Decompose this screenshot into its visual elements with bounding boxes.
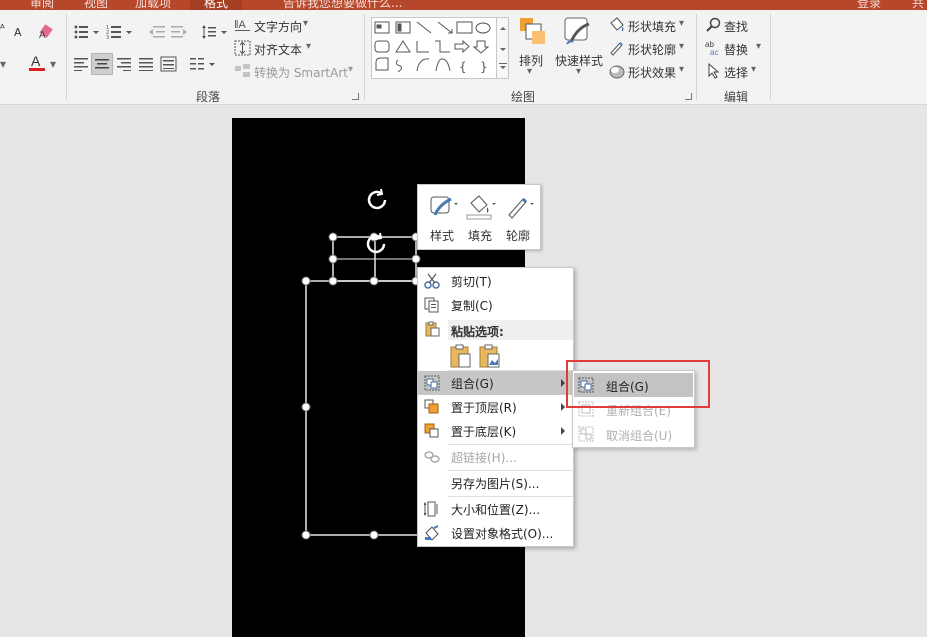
- menu-item-group[interactable]: 组合(G): [418, 371, 573, 395]
- menu-item-cut[interactable]: 剪切(T): [418, 269, 573, 293]
- small-shape[interactable]: [332, 236, 417, 282]
- outline-pen-icon: [508, 197, 534, 219]
- bring-to-front-icon: [424, 399, 440, 415]
- hyperlink-icon: [424, 449, 440, 465]
- scissors-icon: [424, 273, 440, 289]
- group-icon: [424, 375, 440, 391]
- paste-options-header: 粘贴选项:: [448, 320, 573, 340]
- mini-toolbar: 样式 填充 轮廓: [417, 184, 541, 250]
- annotation-highlight-box: [566, 360, 710, 408]
- send-to-back-label: 置于底层(K): [451, 425, 517, 439]
- selection-handles[interactable]: [301, 232, 421, 540]
- copy-icon: [424, 297, 440, 313]
- bring-to-front-label: 置于顶层(R): [451, 401, 517, 415]
- group-label: 组合(G): [451, 377, 494, 391]
- paste-options-label: 粘贴选项:: [451, 325, 504, 339]
- submenu-ungroup-label: 取消组合(U): [606, 429, 673, 443]
- menu-item-bring-to-front[interactable]: 置于顶层(R): [418, 395, 573, 419]
- format-object-icon: [424, 525, 440, 541]
- submenu-arrow-icon: [561, 427, 565, 435]
- menu-item-size-position[interactable]: 大小和位置(Z)...: [418, 497, 573, 521]
- paste-as-picture-icon[interactable]: [479, 344, 501, 368]
- format-object-label: 设置对象格式(O)...: [451, 527, 554, 541]
- size-position-label: 大小和位置(Z)...: [451, 503, 541, 517]
- send-to-back-icon: [424, 423, 440, 439]
- fill-label: 填充: [467, 229, 492, 243]
- style-label: 样式: [429, 229, 454, 243]
- save-as-picture-label: 另存为图片(S)...: [451, 477, 540, 491]
- size-position-icon: [423, 501, 440, 517]
- rotate-handle-icon[interactable]: [366, 188, 387, 254]
- context-menu: 剪切(T) 复制(C) 粘贴选项: 组合(G) 置于顶层(R) 置于底层(K) …: [417, 267, 574, 547]
- menu-item-format-object[interactable]: 设置对象格式(O)...: [418, 521, 573, 545]
- menu-item-hyperlink: 超链接(H)...: [418, 445, 573, 469]
- style-icon: [430, 196, 458, 216]
- submenu-arrow-icon: [561, 379, 565, 387]
- copy-label: 复制(C): [451, 299, 493, 313]
- menu-item-copy[interactable]: 复制(C): [418, 293, 573, 317]
- outline-label: 轮廓: [505, 229, 530, 243]
- hyperlink-label: 超链接(H)...: [451, 451, 517, 465]
- submenu-item-ungroup: 取消组合(U): [574, 422, 693, 446]
- fill-bucket-icon: [466, 195, 496, 220]
- cut-label: 剪切(T): [451, 275, 492, 289]
- paste-keep-source-icon[interactable]: [450, 344, 472, 368]
- submenu-arrow-icon: [561, 403, 565, 411]
- ungroup-icon: [578, 426, 594, 442]
- outline-button[interactable]: 轮廓: [499, 189, 537, 247]
- menu-item-send-to-back[interactable]: 置于底层(K): [418, 419, 573, 443]
- paste-options-icon: [424, 321, 440, 337]
- fill-button[interactable]: 填充: [461, 189, 499, 247]
- style-button[interactable]: 样式: [423, 189, 461, 247]
- menu-item-save-as-picture[interactable]: 另存为图片(S)...: [418, 471, 573, 495]
